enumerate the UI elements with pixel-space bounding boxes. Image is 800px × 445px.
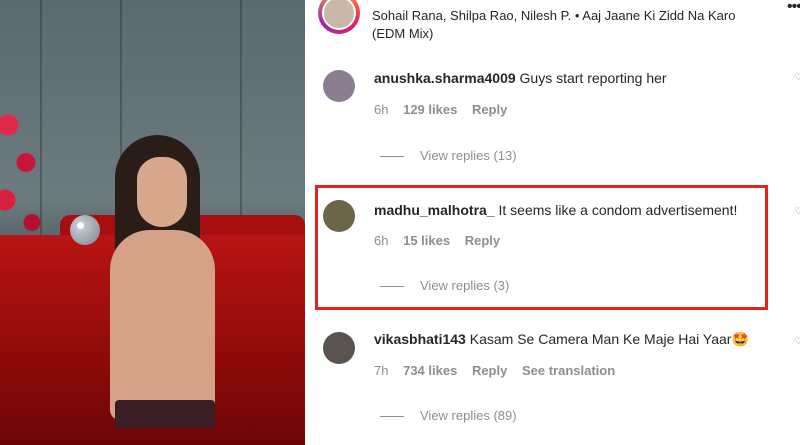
comment-username[interactable]: anushka.sharma4009 (374, 70, 516, 86)
reply-button[interactable]: Reply (472, 363, 507, 378)
comment-text: Guys start reporting her (519, 70, 667, 86)
heart-icon[interactable]: ♡ (794, 336, 800, 347)
flowers (0, 95, 50, 245)
comment-meta: 6h 129 likes Reply (374, 102, 518, 117)
see-translation-button[interactable]: See translation (522, 363, 615, 378)
comment-likes[interactable]: 129 likes (403, 102, 457, 117)
commenter-avatar[interactable] (323, 332, 355, 364)
audio-credit[interactable]: Sohail Rana, Shilpa Rao, Nilesh P. • Aaj… (372, 7, 772, 43)
torso (110, 230, 215, 420)
comment-username[interactable]: vikasbhati143 (374, 331, 466, 347)
author-avatar[interactable] (318, 0, 360, 34)
face (137, 157, 187, 227)
replies-divider (380, 416, 404, 418)
replies-divider (380, 156, 404, 158)
comment-time: 7h (374, 363, 389, 378)
post-header: Sohail Rana, Shilpa Rao, Nilesh P. • Aaj… (305, 0, 800, 48)
view-replies-label: View replies (13) (420, 148, 517, 163)
view-replies-button[interactable]: View replies (89) (380, 408, 517, 423)
comment-meta: 7h 734 likes Reply See translation (374, 363, 626, 378)
view-replies-label: View replies (89) (420, 408, 517, 423)
commenter-avatar[interactable] (323, 70, 355, 102)
more-options-icon[interactable]: ••• (787, 0, 800, 16)
view-replies-button[interactable]: View replies (13) (380, 148, 517, 163)
heart-icon[interactable]: ♡ (794, 72, 800, 83)
belt (115, 400, 215, 428)
post-image (0, 0, 305, 445)
heart-icon[interactable]: ♡ (794, 206, 800, 217)
disco-ball (70, 215, 100, 245)
person-figure (70, 135, 225, 445)
comment-body: anushka.sharma4009 Guys start reporting … (374, 70, 667, 86)
comment-likes[interactable]: 734 likes (403, 363, 457, 378)
comment-text: Kasam Se Camera Man Ke Maje Hai Yaar🤩 (469, 331, 749, 347)
comment-time: 6h (374, 102, 389, 117)
highlight-box (315, 185, 768, 310)
comment-body: vikasbhati143 Kasam Se Camera Man Ke Maj… (374, 331, 749, 348)
reply-button[interactable]: Reply (472, 102, 507, 117)
